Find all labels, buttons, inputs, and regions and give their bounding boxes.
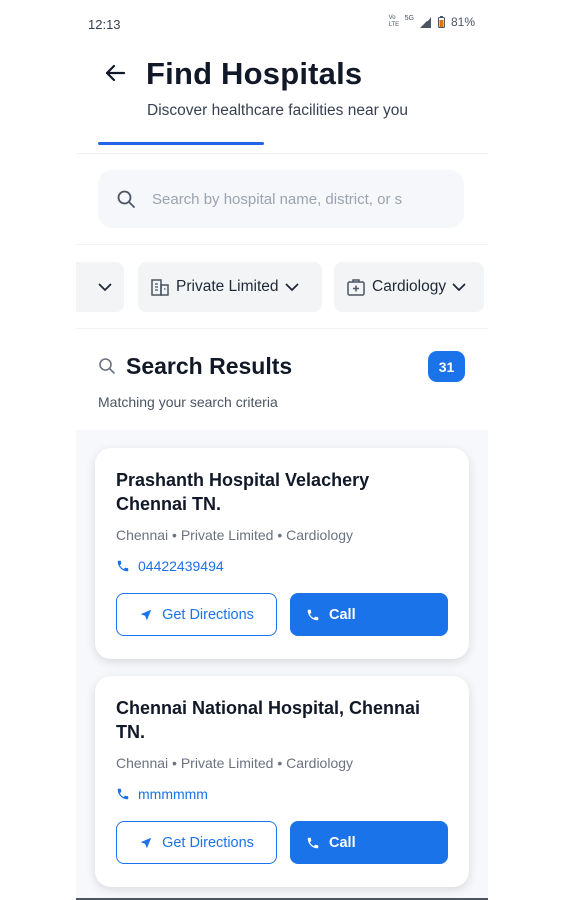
medical-plus-icon <box>347 279 365 296</box>
page-header: Find Hospitals Discover healthcare facil… <box>76 46 488 154</box>
status-time: 12:13 <box>88 17 121 32</box>
chevron-down-icon <box>285 283 298 291</box>
battery-icon <box>437 16 445 28</box>
get-directions-button[interactable]: Get Directions <box>116 821 277 864</box>
navigation-arrow-icon <box>140 609 152 620</box>
filter-chip-ownership[interactable]: Private Limited <box>138 262 322 312</box>
chevron-down-icon <box>452 283 466 291</box>
call-button[interactable]: Call <box>290 593 448 636</box>
search-input[interactable] <box>152 190 452 208</box>
phone-icon <box>307 609 319 620</box>
hospital-name: Chennai National Hospital, Chennai TN. <box>116 698 421 742</box>
navigation-arrow-icon <box>140 837 152 848</box>
filter-chip-specialty[interactable]: Cardiology <box>334 262 484 312</box>
signal-icon <box>419 16 431 28</box>
page-subtitle: Discover healthcare facilities near you <box>147 102 409 119</box>
call-button[interactable]: Call <box>290 821 448 864</box>
hospital-phone-link[interactable]: 04422439494 <box>116 558 224 574</box>
hospital-name: Prashanth Hospital Velachery Chennai TN. <box>116 470 370 514</box>
header-accent-underline <box>98 142 264 145</box>
filter-chips: Private Limited Cardiology <box>76 262 488 312</box>
results-title: Search Results <box>126 353 293 379</box>
divider <box>76 153 488 154</box>
page-title: Find Hospitals <box>146 56 363 91</box>
results-list: Prashanth Hospital Velachery Chennai TN.… <box>76 430 488 900</box>
arrow-left-icon <box>105 64 125 82</box>
divider <box>76 328 488 329</box>
chevron-down-icon <box>98 283 112 291</box>
phone-icon <box>117 788 129 800</box>
hospital-phone-link[interactable]: mmmmmm <box>116 786 208 802</box>
back-button[interactable] <box>100 60 130 86</box>
battery-level: 81% <box>450 15 475 29</box>
network-type: 5G <box>404 14 414 22</box>
filter-chip-label: Private Limited <box>176 278 279 295</box>
phone-icon <box>307 837 319 848</box>
get-directions-button[interactable]: Get Directions <box>116 593 277 636</box>
filter-chip-district[interactable] <box>76 262 124 312</box>
hospital-card[interactable]: Chennai National Hospital, Chennai TN. C… <box>95 676 469 887</box>
building-icon <box>151 279 169 296</box>
hospital-phone: mmmmmm <box>138 786 208 802</box>
results-count-badge: 31 <box>428 351 465 382</box>
get-directions-label: Get Directions <box>162 606 254 623</box>
search-bar[interactable] <box>98 170 464 228</box>
phone-icon <box>117 560 129 572</box>
call-label: Call <box>329 834 356 851</box>
hospital-phone: 04422439494 <box>138 558 224 574</box>
search-icon <box>117 190 135 208</box>
hospital-meta: Chennai • Private Limited • Cardiology <box>116 755 354 771</box>
results-subtitle: Matching your search criteria <box>98 394 278 410</box>
volte-label: Vo LTE <box>388 15 400 28</box>
divider <box>76 244 488 245</box>
app-screen: Find Hospitals Discover healthcare facil… <box>76 46 488 900</box>
results-header: Search Results 31 Matching your search c… <box>76 346 488 426</box>
status-icons: Vo LTE 5G 81% <box>388 14 475 30</box>
status-bar: 12:13 Vo LTE 5G 81% <box>0 0 563 46</box>
call-label: Call <box>329 606 356 623</box>
search-icon <box>99 358 115 374</box>
hospital-meta: Chennai • Private Limited • Cardiology <box>116 527 354 543</box>
filter-chip-label: Cardiology <box>372 278 447 295</box>
get-directions-label: Get Directions <box>162 834 254 851</box>
hospital-card[interactable]: Prashanth Hospital Velachery Chennai TN.… <box>95 448 469 659</box>
